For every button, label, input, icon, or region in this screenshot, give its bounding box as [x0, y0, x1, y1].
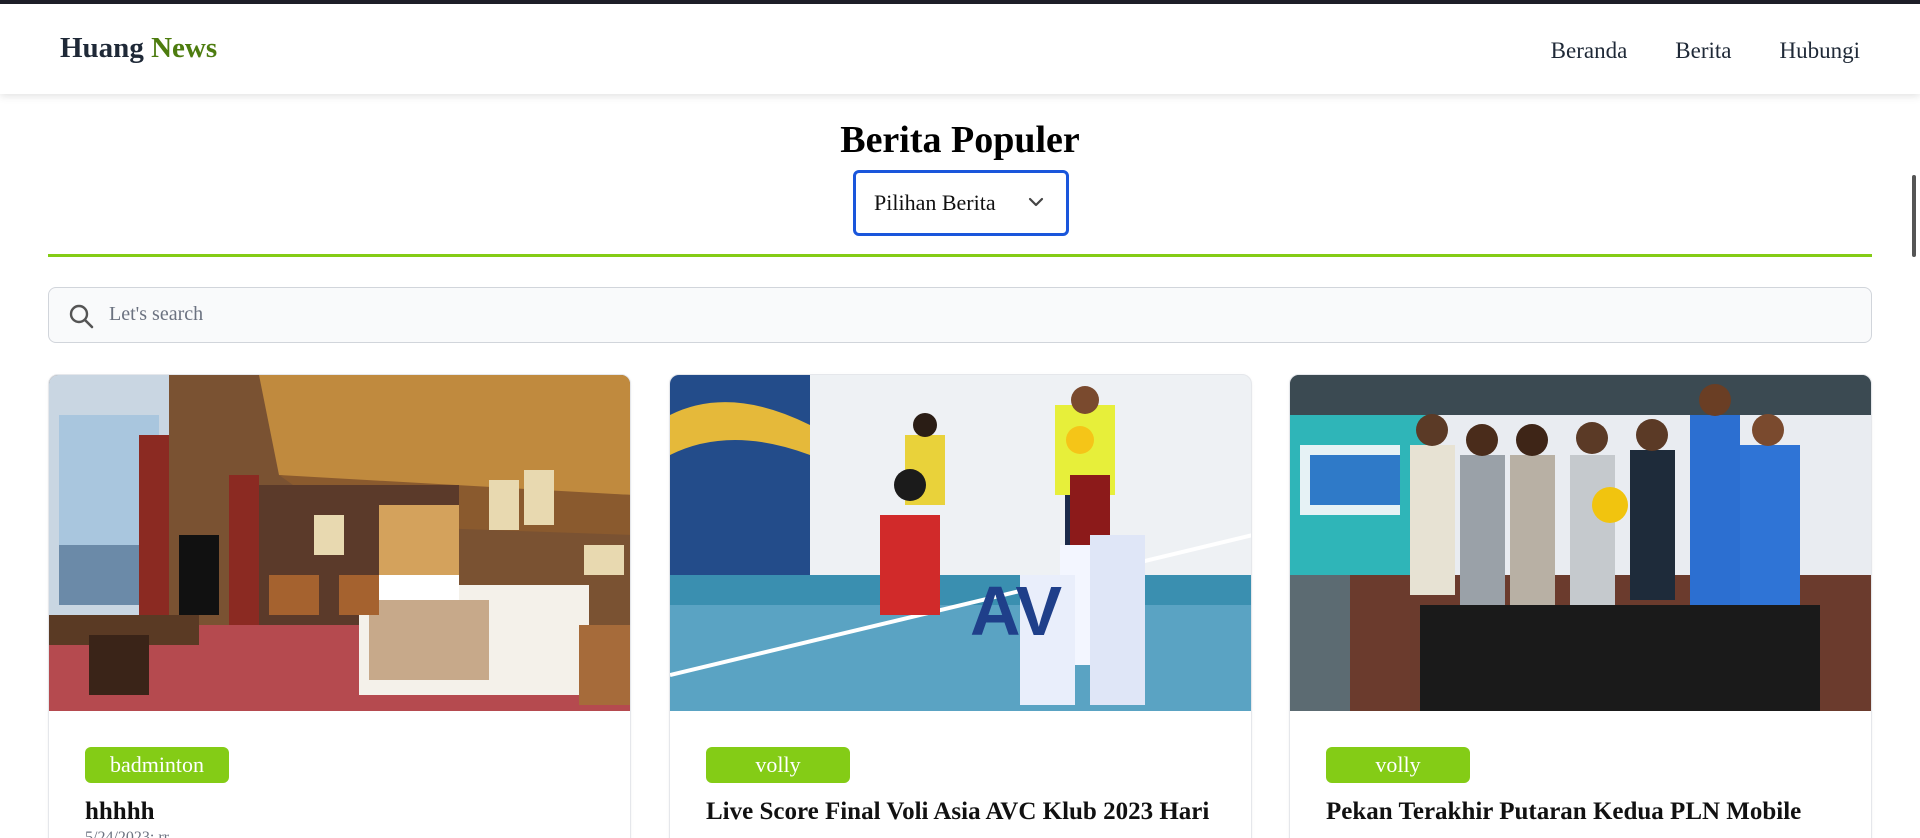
category-badge[interactable]: badminton	[85, 747, 229, 783]
category-badge[interactable]: volly	[1326, 747, 1470, 783]
news-card[interactable]: badminton hhhhh 5/24/2023; rr	[48, 374, 631, 838]
news-card[interactable]: volly Pekan Terakhir Putaran Kedua PLN M…	[1289, 374, 1872, 838]
logo[interactable]: Huang News	[60, 32, 217, 65]
news-card-title[interactable]: Live Score Final Voli Asia AVC Klub 2023…	[706, 791, 1226, 838]
hotel-room-image	[49, 375, 630, 711]
scrollbar-thumb[interactable]	[1912, 175, 1916, 257]
search-input[interactable]: Let's search	[109, 303, 203, 326]
news-card[interactable]: AV volly Live Score Final Voli Asia AVC …	[669, 374, 1252, 838]
news-card-image[interactable]: AV	[670, 375, 1251, 711]
logo-accent-text: News	[151, 32, 218, 64]
navbar: Huang News Beranda Berita Hubungi	[0, 4, 1920, 94]
category-select[interactable]: Pilihan Berita	[853, 170, 1069, 236]
press-conference-image	[1290, 375, 1871, 711]
category-badge[interactable]: volly	[706, 747, 850, 783]
news-card-title[interactable]: hhhhh	[85, 791, 605, 833]
nav-link-hubungi[interactable]: Hubungi	[1780, 38, 1861, 64]
search-bar[interactable]: Let's search	[48, 287, 1872, 343]
logo-text: Huang	[60, 32, 144, 64]
news-card-title[interactable]: Pekan Terakhir Putaran Kedua PLN Mobile …	[1326, 791, 1846, 838]
chevron-down-icon	[1028, 197, 1044, 207]
nav-links: Beranda Berita Hubungi	[1551, 38, 1860, 64]
news-card-meta: 5/24/2023; rr	[85, 829, 169, 838]
page-title: Berita Populer	[840, 119, 1080, 161]
news-card-image[interactable]	[1290, 375, 1871, 711]
news-card-image[interactable]	[49, 375, 630, 711]
section-divider	[48, 254, 1872, 257]
nav-link-beranda[interactable]: Beranda	[1551, 38, 1628, 64]
volleyball-match-image: AV	[670, 375, 1251, 711]
category-select-value: Pilihan Berita	[874, 190, 996, 215]
search-icon	[69, 304, 94, 329]
nav-link-berita[interactable]: Berita	[1675, 38, 1731, 64]
svg-text:AV: AV	[970, 572, 1062, 650]
